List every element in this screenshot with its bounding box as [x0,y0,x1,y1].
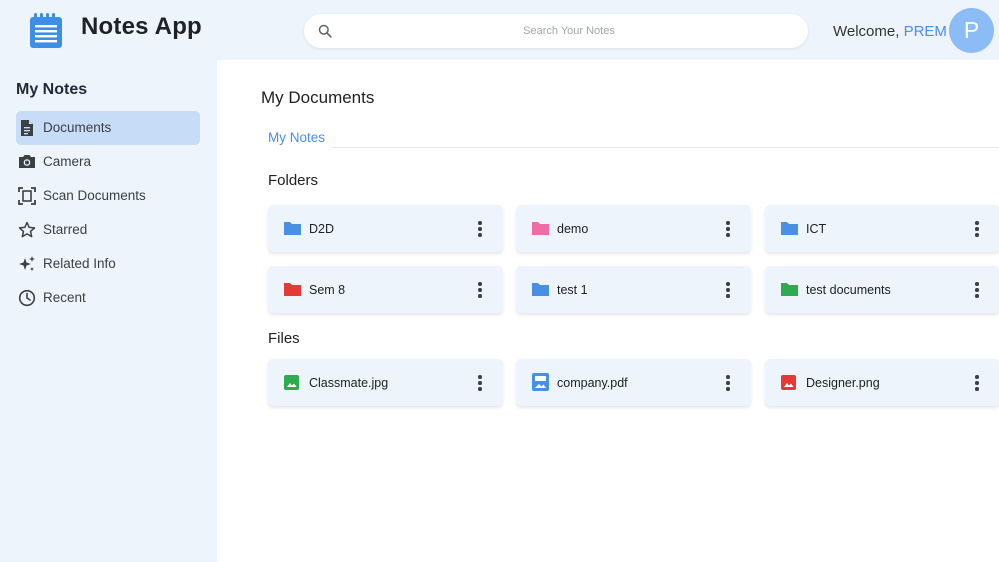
sidebar-item-label: Related Info [43,256,116,271]
sidebar-item-label: Starred [43,222,88,237]
user-name: PREM [903,23,947,40]
more-options-icon[interactable] [473,219,487,239]
file-name: Designer.png [806,376,880,390]
divider [331,147,999,148]
search-input[interactable] [344,14,794,48]
star-icon [18,221,36,238]
folder-name: test 1 [557,283,588,297]
file-name: company.pdf [557,376,628,390]
sidebar-item-label: Documents [43,120,112,135]
folder-name: D2D [309,222,335,236]
file-card[interactable]: Designer.png [765,359,999,406]
more-options-icon[interactable] [970,280,984,300]
sidebar-item-label: Recent [43,290,86,305]
folder-card[interactable]: test 1 [516,266,751,313]
folder-card[interactable]: ICT [765,205,999,252]
folder-card[interactable]: D2D [268,205,503,252]
image-file-icon [781,375,796,390]
welcome-message: Welcome, PREM [833,23,947,40]
welcome-prefix: Welcome, [833,23,904,40]
image-file-icon [284,375,299,390]
folders-section-title: Folders [268,172,319,189]
more-options-icon[interactable] [970,219,984,239]
sparkle-icon [19,256,35,271]
more-options-icon[interactable] [721,219,735,239]
sidebar-item-scan-documents[interactable]: Scan Documents [16,179,200,213]
sidebar-item-related-info[interactable]: Related Info [16,247,200,281]
folder-icon [532,283,549,296]
folder-name: ICT [806,222,827,236]
scan-icon [18,187,36,205]
sidebar-item-label: Scan Documents [43,188,146,203]
notes-app-logo-icon [30,13,62,48]
search-icon [318,24,332,38]
file-card[interactable]: company.pdf [516,359,751,406]
more-options-icon[interactable] [721,373,735,393]
main-content: My Documents My Notes Folders D2D demo I… [217,60,999,562]
folder-card[interactable]: Sem 8 [268,266,503,313]
clock-icon [18,289,36,307]
sidebar-title: My Notes [16,81,88,98]
folder-card[interactable]: demo [516,205,751,252]
page-title: My Documents [261,88,375,107]
sidebar-item-label: Camera [43,154,92,169]
folder-name: demo [557,222,589,236]
file-name: Classmate.jpg [309,376,389,390]
pdf-file-icon [532,373,549,391]
avatar[interactable]: P [949,8,994,53]
sidebar-item-documents[interactable]: Documents [16,111,200,145]
sidebar-item-camera[interactable]: Camera [16,145,200,179]
document-icon [21,120,33,136]
camera-icon [19,155,35,168]
folder-icon [781,283,798,296]
more-options-icon[interactable] [970,373,984,393]
folder-icon [781,222,798,235]
sidebar: My Notes Documents Camera Scan Documents… [0,60,217,562]
folder-card[interactable]: test documents [765,266,999,313]
app-title: Notes App [81,13,202,40]
folder-icon [532,222,549,235]
folder-name: test documents [806,283,891,297]
more-options-icon[interactable] [721,280,735,300]
files-section-title: Files [268,330,300,347]
sidebar-item-starred[interactable]: Starred [16,213,200,247]
more-options-icon[interactable] [473,280,487,300]
folder-icon [284,222,301,235]
folder-icon [284,283,301,296]
sidebar-item-recent[interactable]: Recent [16,281,200,315]
more-options-icon[interactable] [473,373,487,393]
file-card[interactable]: Classmate.jpg [268,359,503,406]
folder-name: Sem 8 [309,283,346,297]
header: Notes App Welcome, PREM P [0,0,999,60]
search-bar[interactable] [304,14,808,48]
breadcrumb[interactable]: My Notes [268,130,325,145]
